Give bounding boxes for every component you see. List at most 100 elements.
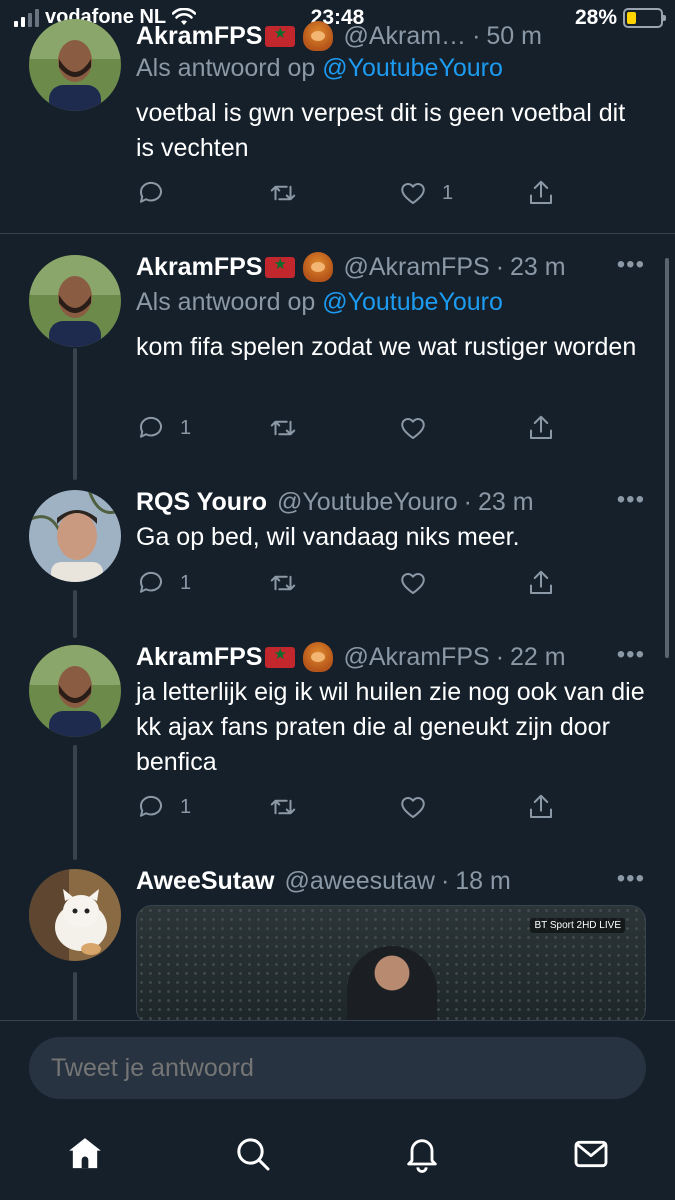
tweet-actions: 1 — [136, 790, 566, 824]
reply-count: 1 — [180, 416, 192, 439]
tweet-actions: 1 — [136, 411, 566, 445]
like-button[interactable] — [398, 790, 428, 824]
heart-icon — [401, 796, 425, 818]
mail-icon — [574, 1140, 608, 1168]
broadcaster-badge: BT Sport 2HD LIVE — [530, 918, 625, 933]
avatar[interactable] — [29, 255, 121, 347]
like-button[interactable] — [398, 566, 428, 600]
display-name[interactable]: AkramFPS — [136, 22, 262, 51]
timestamp[interactable]: 18 m — [455, 867, 511, 896]
bell-icon — [407, 1139, 437, 1173]
tweet-text: ja letterlijk eig ik wil huilen zie nog … — [136, 678, 645, 776]
thread-line — [73, 972, 77, 1020]
reply-icon — [139, 416, 162, 438]
tweet-text: kom fifa spelen zodat we wat rustiger wo… — [136, 333, 637, 361]
separator-dot: · — [440, 866, 450, 895]
separator-dot: · — [495, 252, 505, 281]
morocco-flag-emoji — [265, 255, 296, 278]
thread-line — [73, 348, 77, 480]
reply-handle-link[interactable]: @YoutubeYouro — [322, 54, 503, 82]
avatar[interactable] — [29, 645, 121, 737]
username[interactable]: @AkramFPS — [343, 643, 489, 672]
retweet-button[interactable] — [268, 790, 298, 824]
retweet-button[interactable] — [268, 411, 298, 445]
tweet-header: AkramFPS @AkramFPS · 23 m ••• — [136, 251, 645, 283]
display-name[interactable]: AweeSutaw — [136, 867, 274, 896]
retweet-icon — [270, 185, 296, 201]
separator-dot: · — [472, 21, 481, 50]
home-icon — [69, 1138, 101, 1169]
scrollbar[interactable] — [665, 258, 669, 658]
share-button[interactable] — [526, 790, 556, 824]
share-icon — [530, 794, 552, 818]
divider — [0, 233, 675, 234]
reply-context: Als antwoord op @YoutubeYouro — [136, 288, 503, 317]
thread-line — [73, 590, 77, 638]
timestamp[interactable]: 23 m — [510, 253, 566, 282]
reply-icon — [139, 795, 162, 817]
retweet-icon — [270, 575, 296, 591]
retweet-icon — [270, 420, 296, 436]
more-options-button[interactable]: ••• — [617, 251, 645, 279]
reply-icon — [139, 181, 162, 203]
morocco-flag-emoji — [265, 645, 296, 668]
tweet-text: Ga op bed, wil vandaag niks meer. — [136, 523, 520, 551]
tweet-header: RQS Youro @YoutubeYouro · 23 m ••• — [136, 486, 645, 518]
like-button[interactable] — [398, 411, 428, 445]
more-options-button[interactable]: ••• — [617, 486, 645, 514]
timestamp[interactable]: 22 m — [510, 643, 566, 672]
reply-composer — [0, 1020, 675, 1118]
tab-notifications[interactable] — [400, 1132, 444, 1176]
orangutan-emoji — [303, 642, 334, 672]
tweet-actions: 1 — [136, 566, 566, 600]
tab-search[interactable] — [231, 1132, 275, 1176]
reply-prefix: Als antwoord op — [136, 288, 316, 316]
username[interactable]: @AkramFPS — [343, 253, 489, 282]
tab-messages[interactable] — [569, 1132, 613, 1176]
thread-line — [73, 745, 77, 860]
like-button[interactable]: 1 — [398, 176, 453, 210]
morocco-flag-emoji — [265, 24, 296, 47]
reply-icon — [139, 571, 162, 593]
reply-input[interactable] — [29, 1037, 646, 1099]
reply-button[interactable]: 1 — [136, 790, 191, 824]
like-count: 1 — [442, 181, 454, 204]
separator-dot: · — [463, 487, 472, 516]
more-options-button[interactable]: ••• — [617, 865, 645, 893]
tweet-actions: 1 — [136, 176, 566, 210]
share-button[interactable] — [526, 176, 556, 210]
orangutan-emoji — [303, 252, 334, 282]
more-options-button[interactable]: ••• — [617, 641, 645, 669]
reply-button[interactable]: 1 — [136, 411, 191, 445]
retweet-button[interactable] — [268, 566, 298, 600]
username[interactable]: @Akram… — [343, 22, 466, 51]
timestamp[interactable]: 23 m — [478, 488, 534, 517]
avatar[interactable] — [29, 490, 121, 582]
display-name[interactable]: RQS Youro — [136, 488, 267, 517]
reply-context: Als antwoord op @YoutubeYouro — [136, 54, 503, 83]
heart-icon — [401, 572, 425, 594]
tweet-thread[interactable]: AkramFPS @Akram… · 50 m Als antwoord op … — [0, 0, 675, 1020]
display-name[interactable]: AkramFPS — [136, 253, 262, 282]
tweet-media[interactable]: BT Sport 2HD LIVE — [136, 905, 646, 1020]
reply-button[interactable]: 1 — [136, 566, 191, 600]
retweet-button[interactable] — [268, 176, 298, 210]
avatar[interactable] — [29, 19, 121, 111]
username[interactable]: @YoutubeYouro — [277, 488, 458, 517]
reply-button[interactable] — [136, 176, 180, 210]
share-icon — [530, 180, 552, 204]
username[interactable]: @aweesutaw — [284, 867, 434, 896]
retweet-icon — [270, 799, 296, 815]
timestamp[interactable]: 50 m — [486, 22, 542, 51]
display-name[interactable]: AkramFPS — [136, 643, 262, 672]
share-button[interactable] — [526, 566, 556, 600]
search-icon — [237, 1138, 270, 1171]
reply-handle-link[interactable]: @YoutubeYouro — [322, 288, 503, 316]
tweet-header: AweeSutaw @aweesutaw · 18 m ••• — [136, 865, 645, 897]
tweet-header: AkramFPS @AkramFPS · 22 m ••• — [136, 641, 645, 673]
avatar[interactable] — [29, 869, 121, 961]
separator-dot: · — [495, 642, 505, 671]
share-button[interactable] — [526, 411, 556, 445]
tab-home[interactable] — [63, 1132, 107, 1176]
bottom-tab-bar — [0, 1118, 675, 1200]
